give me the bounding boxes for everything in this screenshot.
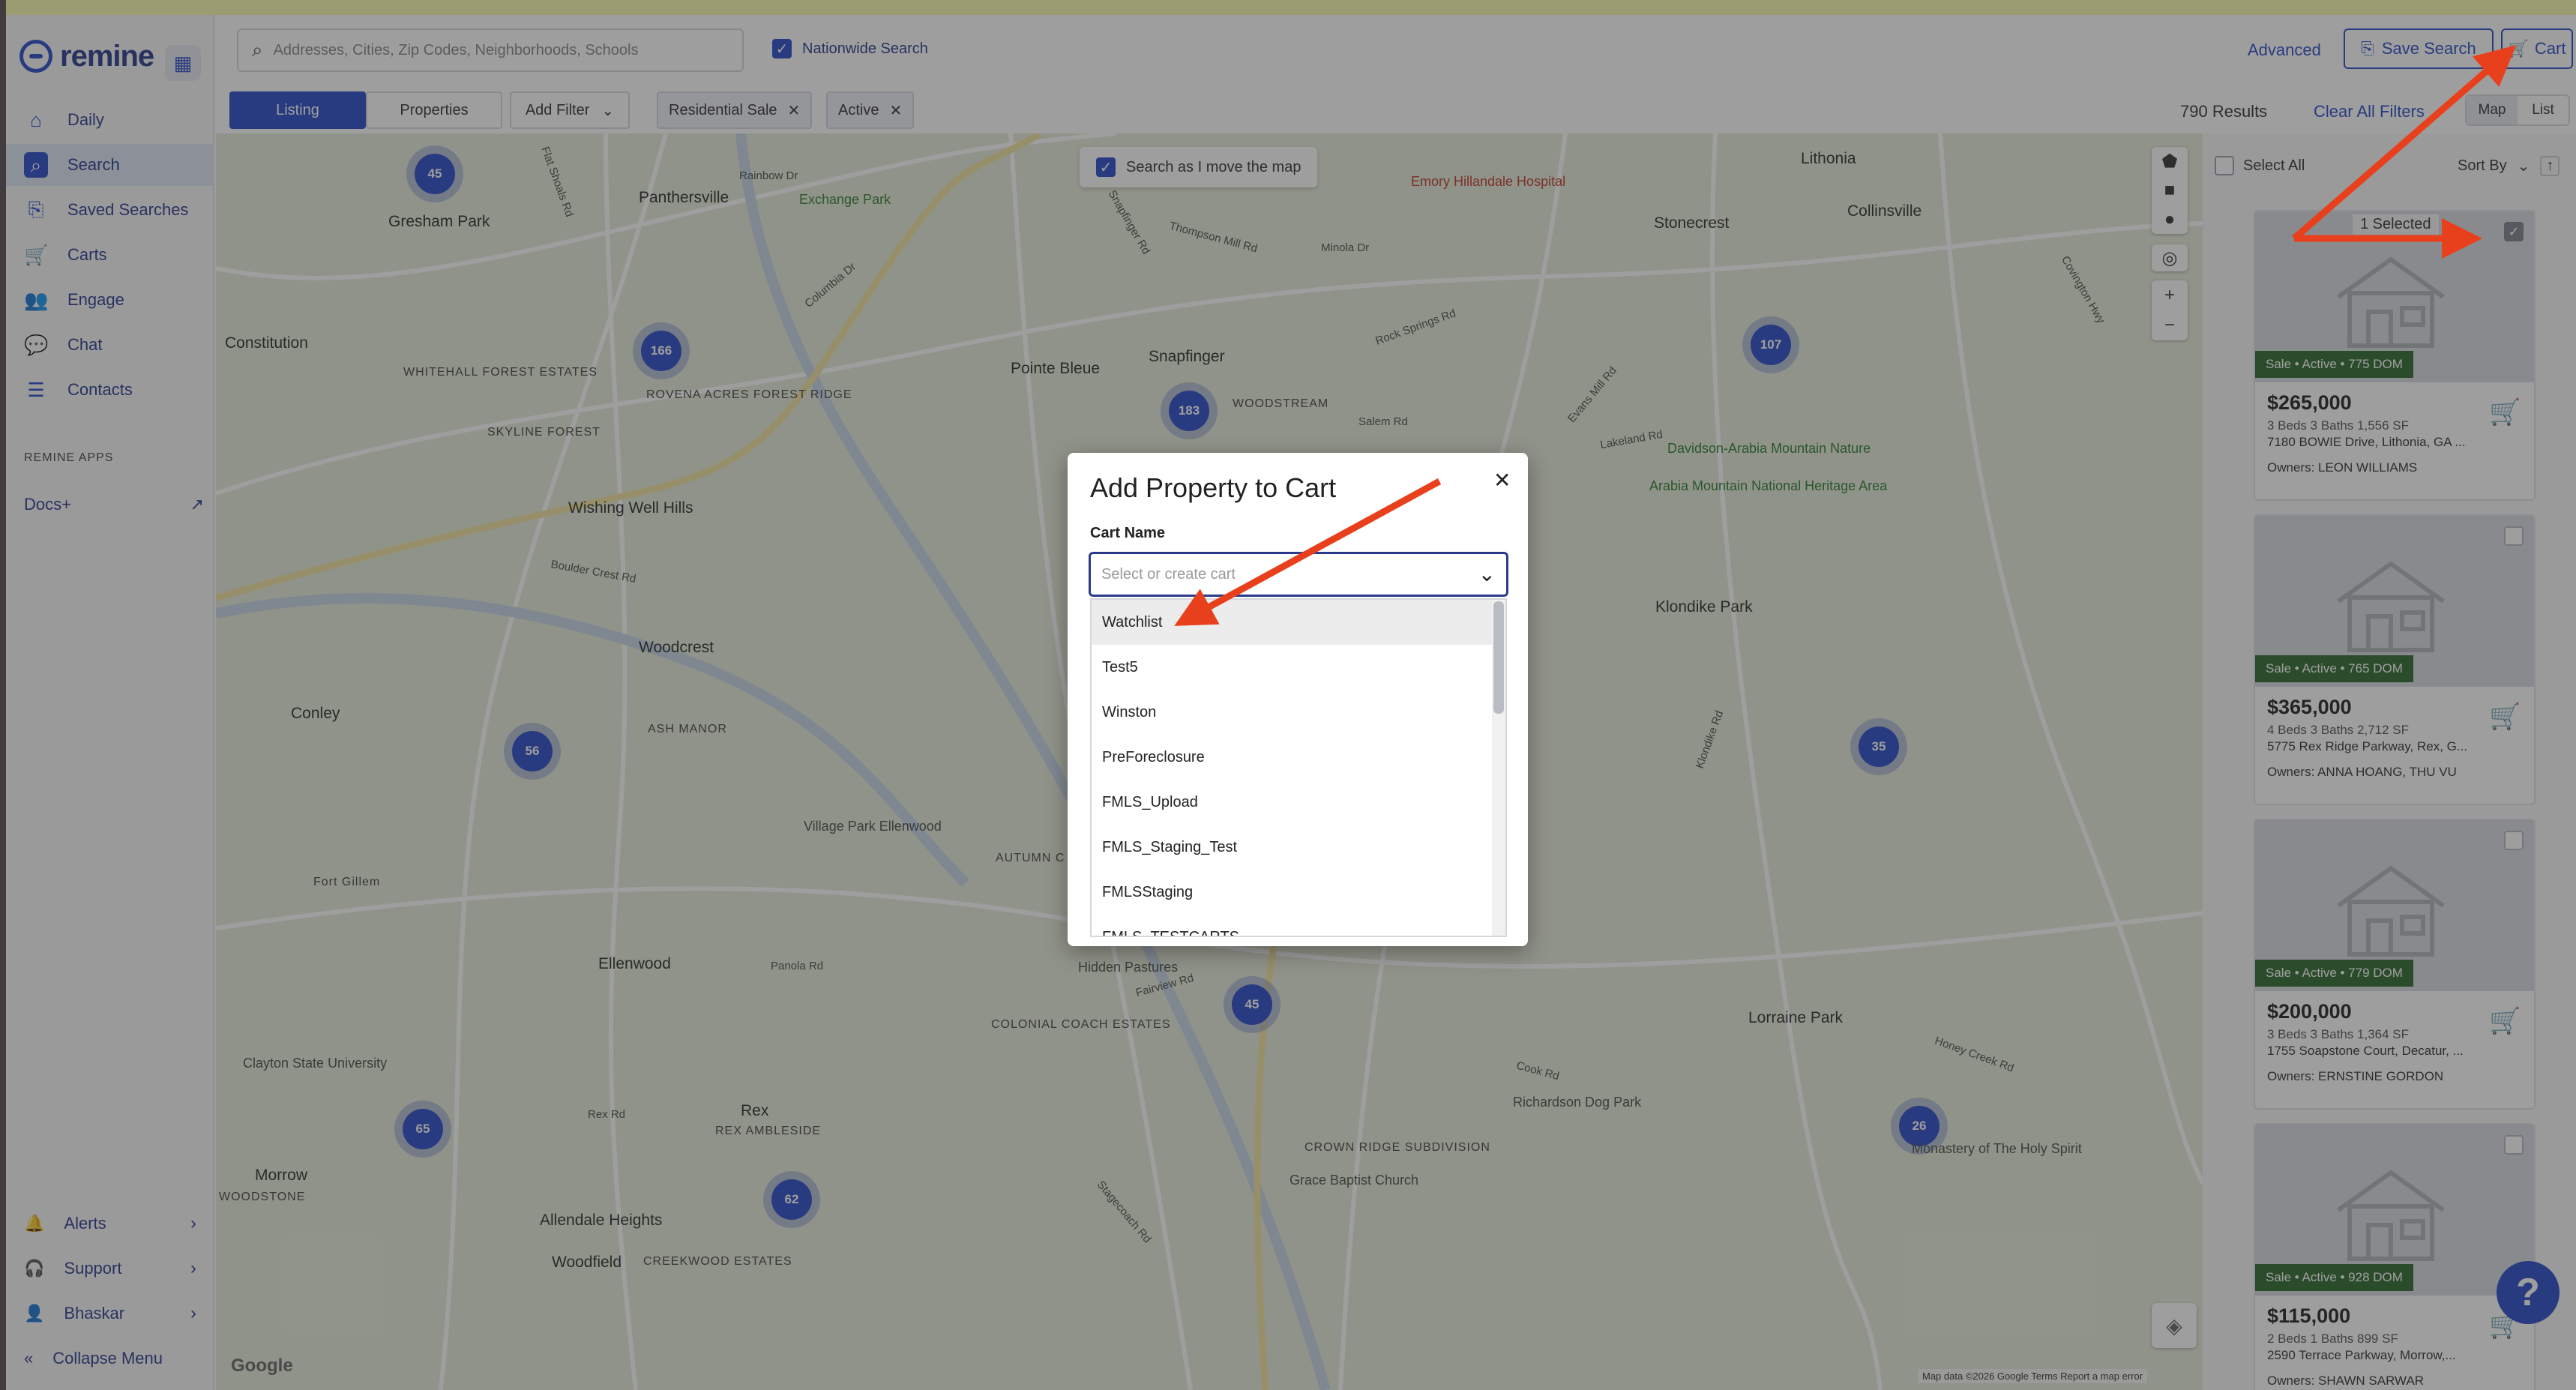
- arrow-to-cart-button: [2292, 45, 2517, 241]
- arrow-to-watchlist: [1174, 478, 1442, 626]
- annotation-arrows: [1174, 45, 2517, 626]
